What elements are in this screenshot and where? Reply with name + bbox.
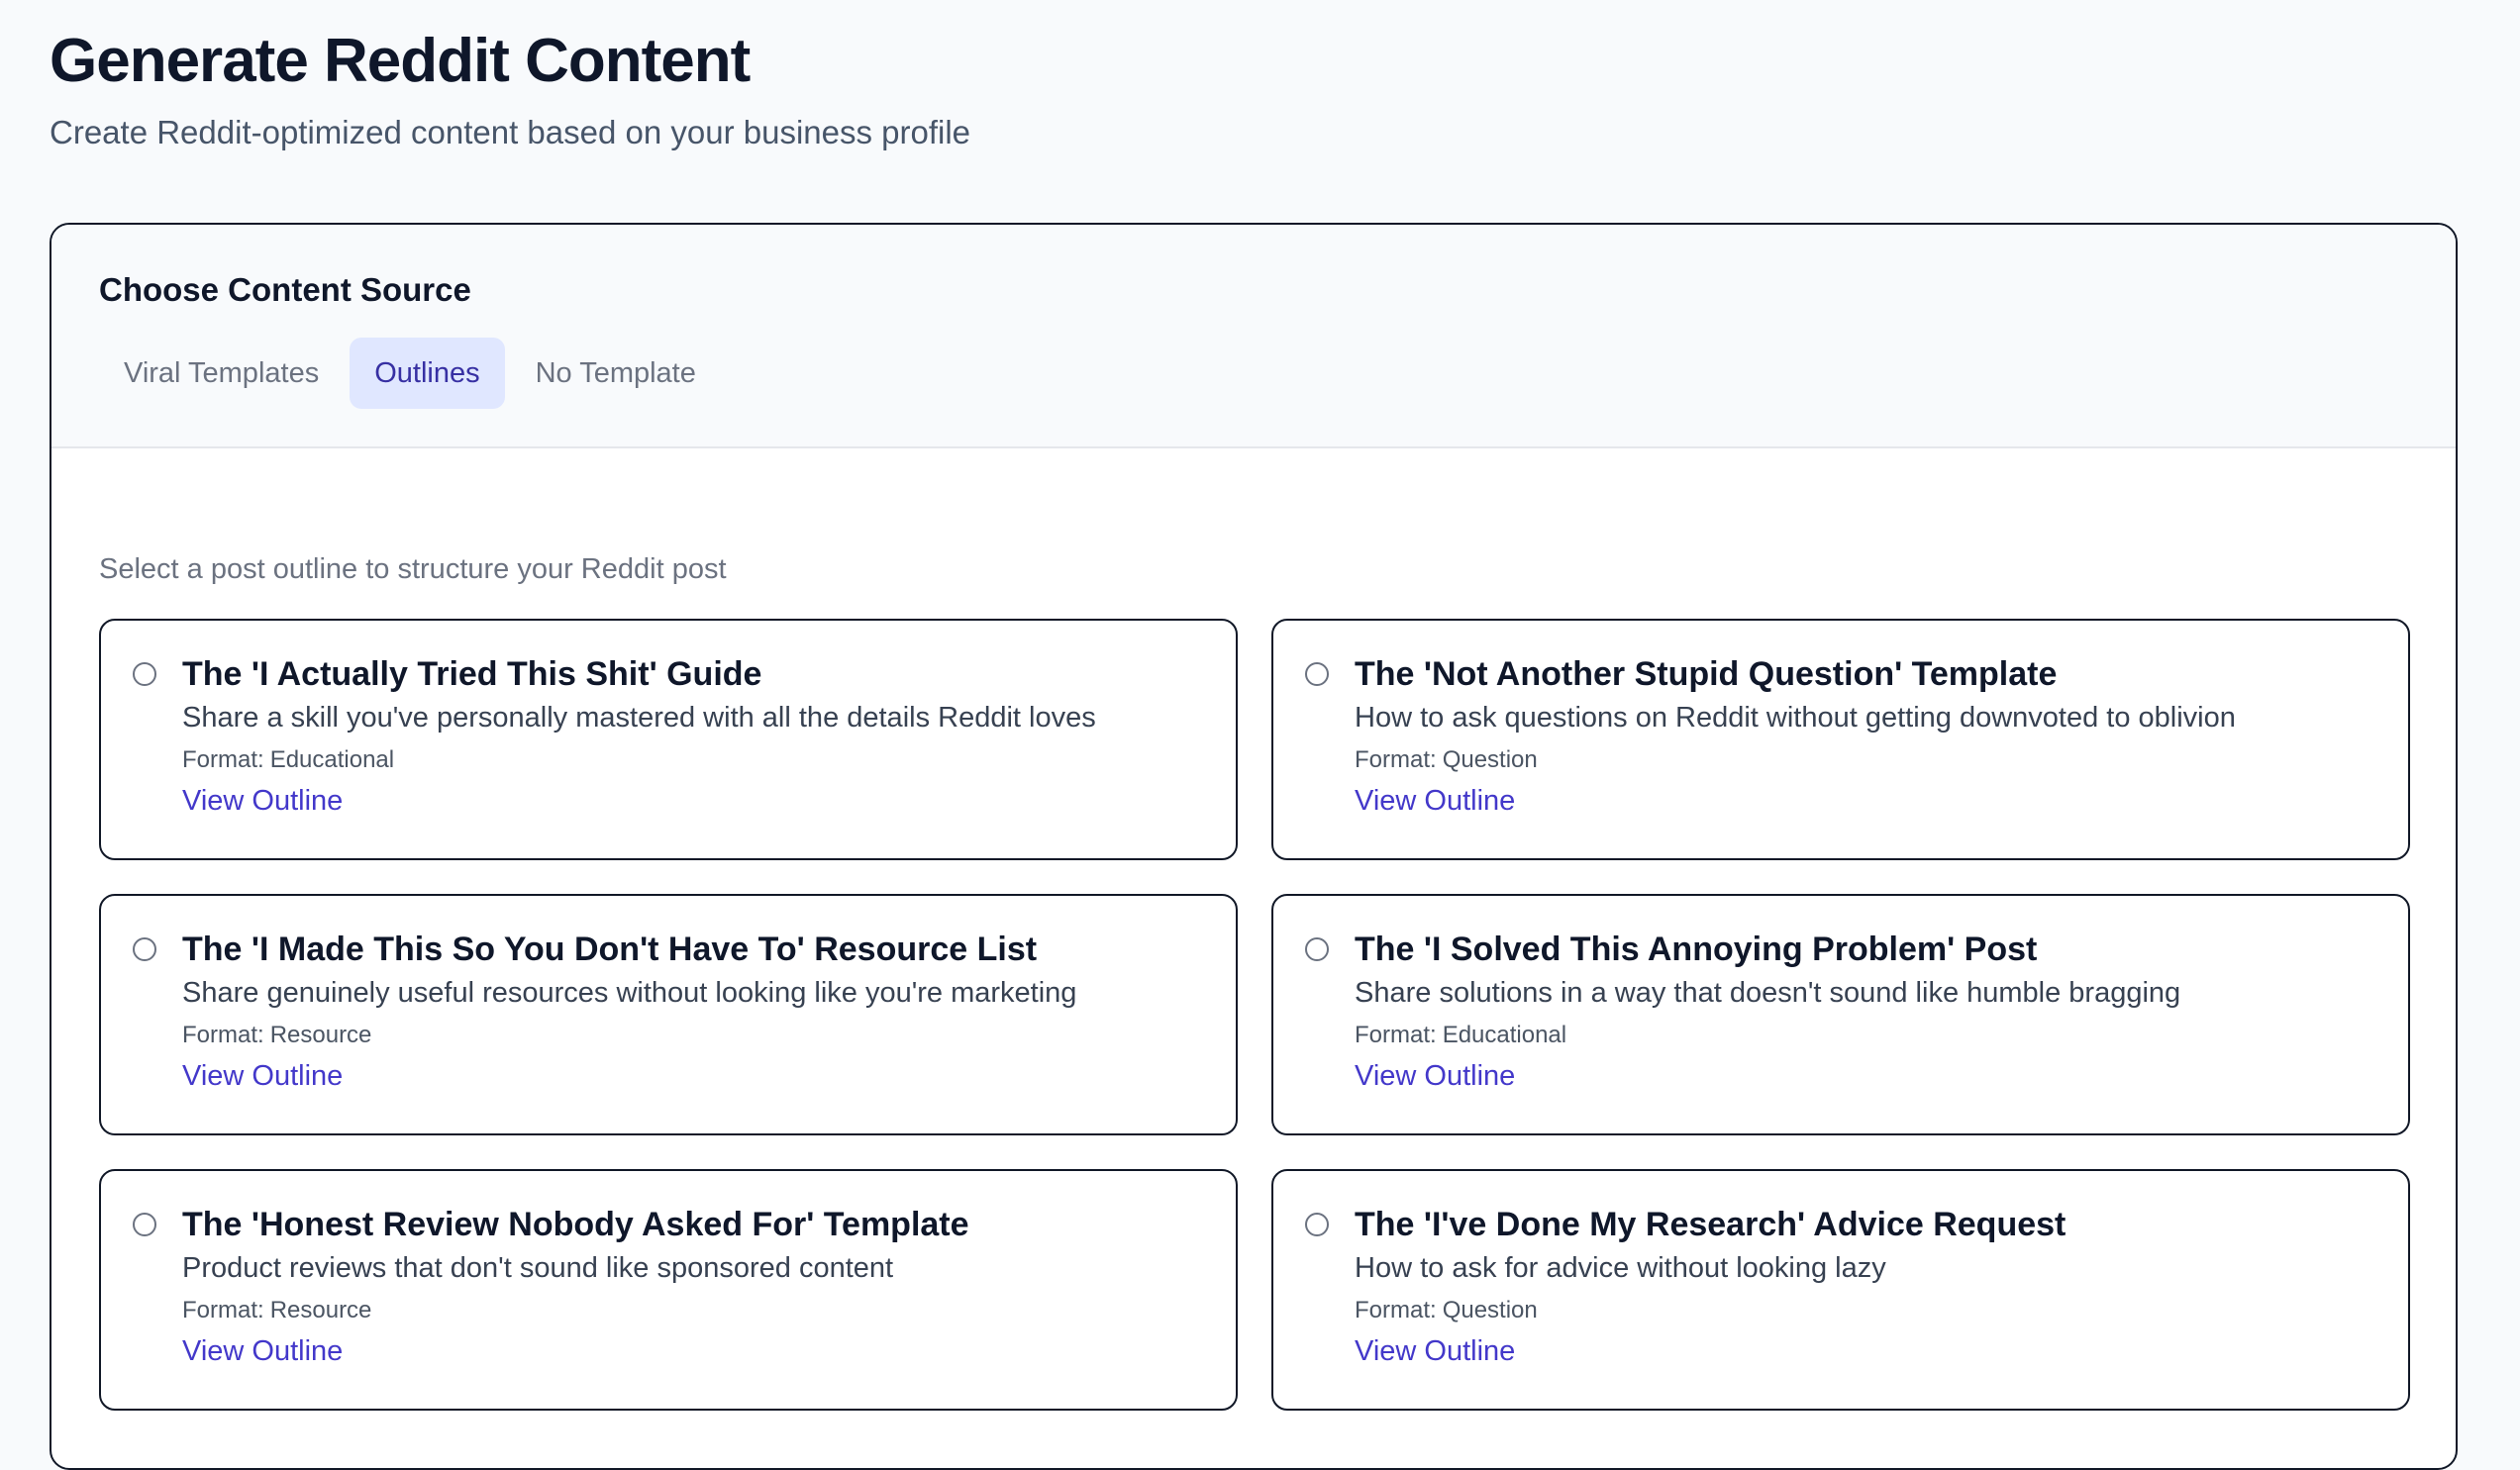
outline-radio[interactable] bbox=[1305, 937, 1329, 961]
outline-content: The 'I Made This So You Don't Have To' R… bbox=[182, 928, 1206, 1096]
page-subtitle: Create Reddit-optimized content based on… bbox=[50, 114, 971, 150]
outline-format-prefix: Format: bbox=[182, 1297, 264, 1323]
outline-title: The 'Not Another Stupid Question' Templa… bbox=[1355, 655, 2058, 693]
tab-viral-templates[interactable]: Viral Templates bbox=[99, 338, 344, 409]
outline-content: The 'Not Another Stupid Question' Templa… bbox=[1355, 652, 2378, 821]
view-outline-link[interactable]: View Outline bbox=[182, 1056, 343, 1096]
view-outline-link[interactable]: View Outline bbox=[182, 781, 343, 821]
outline-format-value: Question bbox=[1442, 1297, 1538, 1323]
outline-format: Format: Question bbox=[1355, 1294, 2378, 1327]
outline-format: Format: Resource bbox=[182, 1294, 1206, 1327]
outline-card[interactable]: The 'I Actually Tried This Shit' Guide S… bbox=[99, 619, 1238, 860]
outline-format-value: Question bbox=[1442, 746, 1538, 773]
outline-description: Share a skill you've personally mastered… bbox=[182, 702, 1096, 734]
outline-content: The 'I Solved This Annoying Problem' Pos… bbox=[1355, 928, 2378, 1096]
outline-format-value: Resource bbox=[269, 1297, 372, 1323]
view-outline-link[interactable]: View Outline bbox=[182, 1331, 343, 1371]
outline-content: The 'Honest Review Nobody Asked For' Tem… bbox=[182, 1203, 1206, 1371]
outlines-hint: Select a post outline to structure your … bbox=[99, 553, 727, 585]
content-source-title: Choose Content Source bbox=[99, 271, 471, 308]
outline-title: The 'I Solved This Annoying Problem' Pos… bbox=[1355, 931, 2038, 968]
page-title: Generate Reddit Content bbox=[50, 27, 751, 95]
outline-card[interactable]: The 'I Solved This Annoying Problem' Pos… bbox=[1271, 894, 2410, 1135]
outline-format-value: Resource bbox=[269, 1022, 372, 1048]
outline-format: Format: Educational bbox=[182, 743, 1206, 777]
outline-card[interactable]: The 'I've Done My Research' Advice Reque… bbox=[1271, 1169, 2410, 1411]
outline-format: Format: Educational bbox=[1355, 1019, 2378, 1052]
content-source-tabs: Viral Templates Outlines No Template bbox=[99, 338, 727, 409]
outline-radio[interactable] bbox=[133, 662, 156, 686]
outline-title: The 'I Actually Tried This Shit' Guide bbox=[182, 655, 762, 693]
outline-format: Format: Question bbox=[1355, 743, 2378, 777]
outline-format-value: Educational bbox=[1442, 1022, 1567, 1048]
outline-format-prefix: Format: bbox=[182, 746, 264, 773]
tab-no-template[interactable]: No Template bbox=[511, 338, 721, 409]
outline-description: How to ask questions on Reddit without g… bbox=[1355, 702, 2236, 734]
outline-format-prefix: Format: bbox=[1355, 1297, 1437, 1323]
content-source-header: Choose Content Source Viral Templates Ou… bbox=[51, 225, 2456, 448]
outline-card[interactable]: The 'Not Another Stupid Question' Templa… bbox=[1271, 619, 2410, 860]
page-header: Generate Reddit Content Create Reddit-op… bbox=[50, 22, 970, 154]
content-source-card: Choose Content Source Viral Templates Ou… bbox=[50, 223, 2458, 1470]
outline-title: The 'I Made This So You Don't Have To' R… bbox=[182, 931, 1038, 968]
outline-description: Share solutions in a way that doesn't so… bbox=[1355, 977, 2181, 1009]
outline-grid: The 'I Actually Tried This Shit' Guide S… bbox=[99, 619, 2412, 1411]
outline-format-prefix: Format: bbox=[1355, 1022, 1437, 1048]
outline-description: How to ask for advice without looking la… bbox=[1355, 1252, 1886, 1284]
outline-radio[interactable] bbox=[133, 1213, 156, 1236]
view-outline-link[interactable]: View Outline bbox=[1355, 1331, 1515, 1371]
outline-card[interactable]: The 'I Made This So You Don't Have To' R… bbox=[99, 894, 1238, 1135]
outline-radio[interactable] bbox=[133, 937, 156, 961]
outline-format-prefix: Format: bbox=[1355, 746, 1437, 773]
outline-format-value: Educational bbox=[269, 746, 395, 773]
view-outline-link[interactable]: View Outline bbox=[1355, 781, 1515, 821]
view-outline-link[interactable]: View Outline bbox=[1355, 1056, 1515, 1096]
outline-card[interactable]: The 'Honest Review Nobody Asked For' Tem… bbox=[99, 1169, 1238, 1411]
outline-content: The 'I've Done My Research' Advice Reque… bbox=[1355, 1203, 2378, 1371]
outline-description: Product reviews that don't sound like sp… bbox=[182, 1252, 894, 1284]
outline-description: Share genuinely useful resources without… bbox=[182, 977, 1077, 1009]
outline-format-prefix: Format: bbox=[182, 1022, 264, 1048]
outline-title: The 'Honest Review Nobody Asked For' Tem… bbox=[182, 1206, 969, 1243]
outline-title: The 'I've Done My Research' Advice Reque… bbox=[1355, 1206, 2066, 1243]
outline-content: The 'I Actually Tried This Shit' Guide S… bbox=[182, 652, 1206, 821]
outline-radio[interactable] bbox=[1305, 1213, 1329, 1236]
tab-outlines[interactable]: Outlines bbox=[350, 338, 505, 409]
outline-radio[interactable] bbox=[1305, 662, 1329, 686]
outline-format: Format: Resource bbox=[182, 1019, 1206, 1052]
